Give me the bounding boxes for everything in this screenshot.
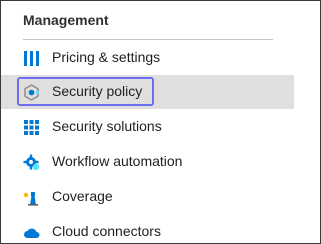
nav-item-label: Security policy — [52, 83, 143, 99]
nav-item-label: Pricing & settings — [52, 49, 161, 65]
nav-item-security-policy[interactable]: Security policy — [1, 75, 294, 109]
security-policy-icon — [23, 84, 40, 101]
nav-item-cloud-connectors[interactable]: Cloud connectors — [1, 215, 294, 243]
workflow-automation-icon — [23, 154, 40, 171]
nav-item-workflow-automation[interactable]: Workflow automation — [1, 145, 294, 179]
security-solutions-icon — [23, 119, 40, 136]
nav-item-security-solutions[interactable]: Security solutions — [1, 110, 294, 144]
coverage-icon — [23, 189, 40, 206]
pricing-settings-icon — [23, 50, 40, 67]
nav-item-label: Coverage — [52, 188, 113, 204]
nav-item-label: Cloud connectors — [52, 223, 161, 239]
management-panel: Management Pricing & settings Security p… — [0, 0, 321, 244]
cloud-connectors-icon — [23, 224, 40, 241]
section-divider — [23, 39, 273, 40]
nav-item-label: Security solutions — [52, 118, 162, 134]
section-title: Management — [23, 12, 109, 28]
nav-item-pricing-settings[interactable]: Pricing & settings — [1, 41, 294, 75]
nav-item-coverage[interactable]: Coverage — [1, 180, 294, 214]
nav-item-label: Workflow automation — [52, 153, 183, 169]
